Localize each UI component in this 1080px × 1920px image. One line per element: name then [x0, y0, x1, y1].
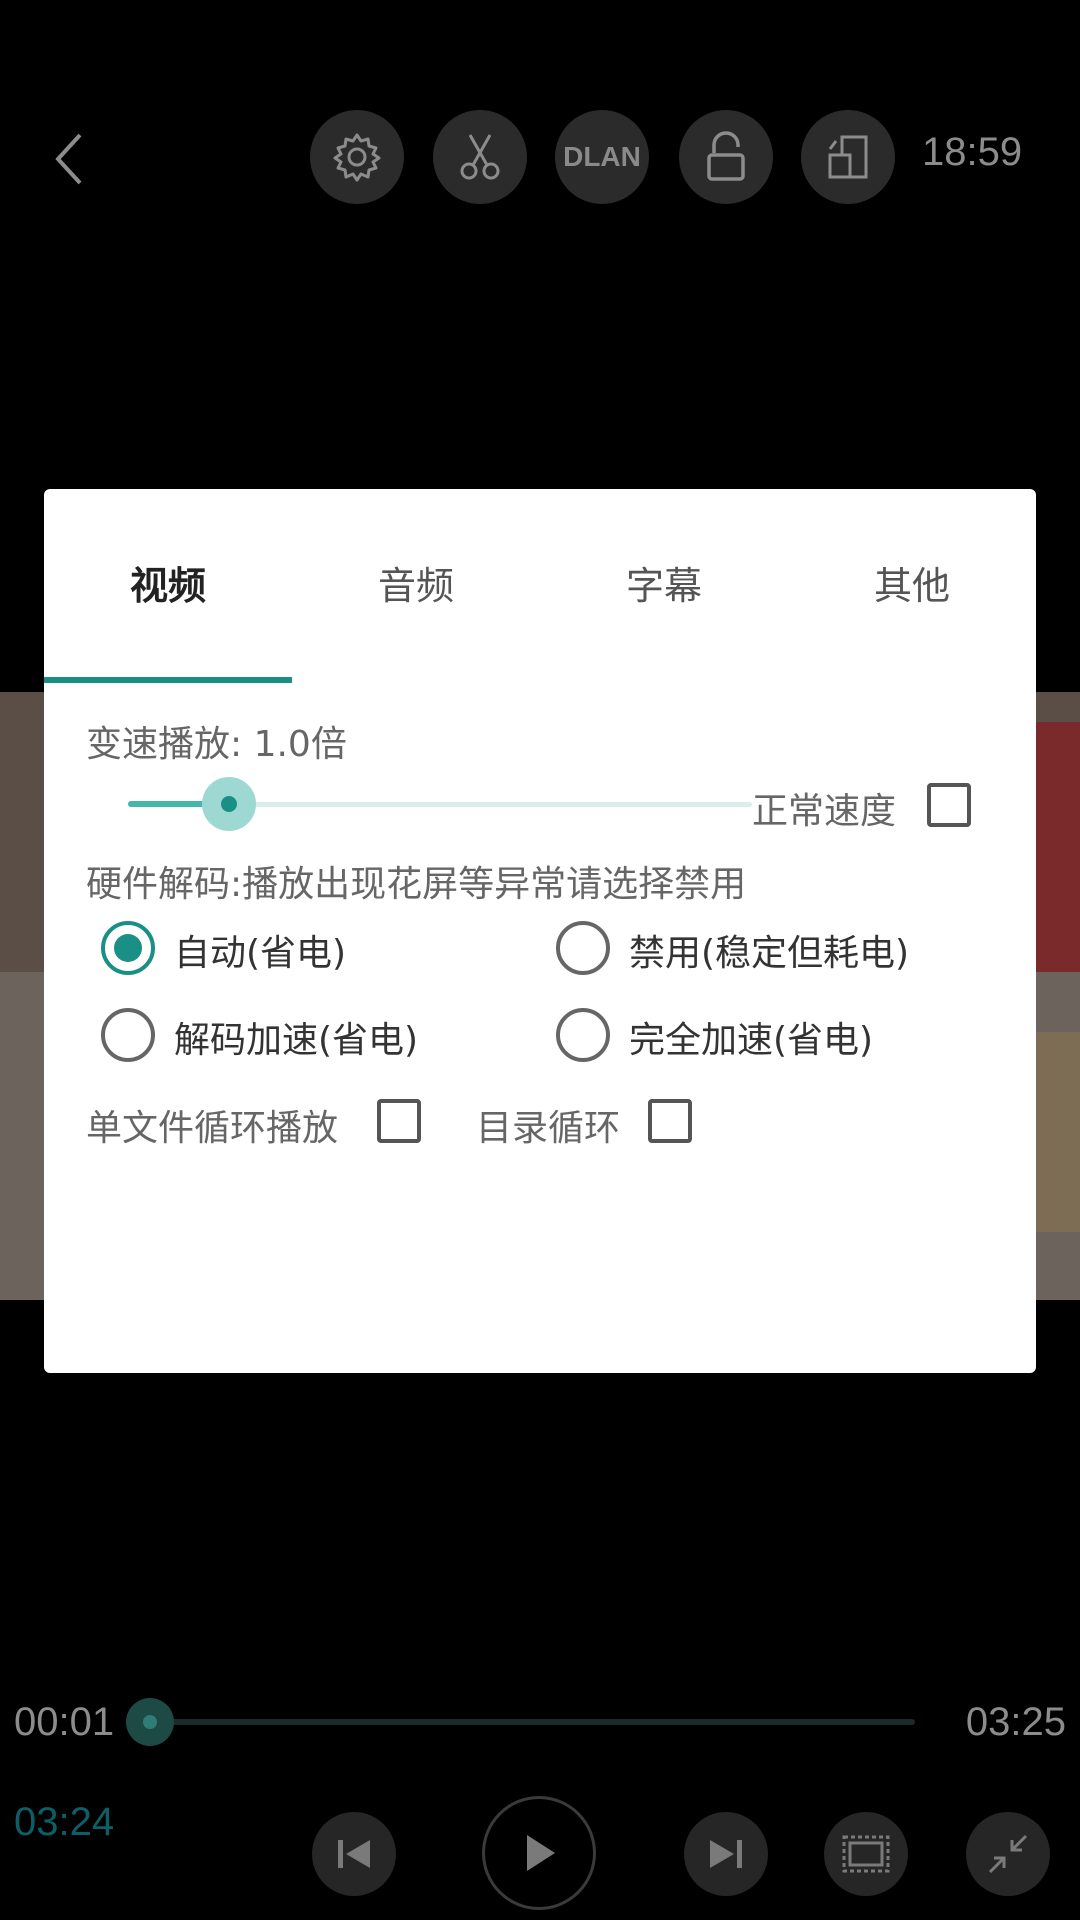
dlan-button[interactable]: DLAN	[555, 110, 649, 204]
tab-subtitles[interactable]: 字幕	[540, 549, 788, 623]
gear-icon	[333, 133, 381, 182]
exit-fullscreen-button[interactable]	[966, 1812, 1050, 1896]
aspect-ratio-icon	[842, 1835, 890, 1873]
single-loop-checkbox[interactable]	[377, 1099, 421, 1143]
cut-button[interactable]	[433, 110, 527, 204]
tab-indicator	[44, 677, 292, 683]
skip-next-icon	[710, 1840, 742, 1868]
unlock-icon	[707, 131, 745, 181]
tab-video[interactable]: 视频	[44, 549, 292, 623]
scissors-icon	[460, 134, 500, 180]
progress-thumb[interactable]	[126, 1698, 174, 1746]
radio-disabled-label: 禁用(稳定但耗电)	[629, 933, 910, 974]
radio-auto-label: 自动(省电)	[174, 933, 347, 974]
previous-button[interactable]	[312, 1812, 396, 1896]
play-icon	[527, 1835, 555, 1871]
radio-decode-accel-label: 解码加速(省电)	[174, 1020, 419, 1061]
progress-bar[interactable]	[150, 1719, 915, 1725]
radio-full-accel-label: 完全加速(省电)	[629, 1020, 874, 1061]
single-loop-label: 单文件循环播放	[86, 1108, 339, 1149]
rotate-button[interactable]	[801, 110, 895, 204]
remaining-time: 03:24	[14, 1800, 115, 1844]
tab-bar: 视频 音频 字幕 其他	[44, 549, 1036, 623]
screen-rotate-icon	[828, 135, 868, 179]
normal-speed-label: 正常速度	[752, 791, 897, 832]
collapse-icon	[988, 1834, 1028, 1874]
skip-previous-icon	[338, 1840, 370, 1868]
speed-slider[interactable]	[128, 769, 752, 839]
normal-speed-checkbox[interactable]	[927, 783, 971, 827]
play-button[interactable]	[482, 1796, 596, 1910]
dlan-label: DLAN	[563, 141, 641, 172]
clock: 18:59	[922, 130, 1023, 174]
settings-button[interactable]	[310, 110, 404, 204]
hw-decode-label: 硬件解码:播放出现花屏等异常请选择禁用	[86, 864, 747, 905]
total-duration: 03:25	[965, 1700, 1066, 1744]
speed-slider-thumb[interactable]	[202, 777, 256, 831]
tab-other[interactable]: 其他	[788, 549, 1036, 623]
tab-audio[interactable]: 音频	[292, 549, 540, 623]
directory-loop-checkbox[interactable]	[648, 1099, 692, 1143]
aspect-ratio-button[interactable]	[824, 1812, 908, 1896]
radio-decode-accel[interactable]	[101, 1008, 155, 1062]
speed-label: 变速播放: 1.0倍	[86, 724, 347, 765]
elapsed-time: 00:01	[14, 1700, 115, 1744]
back-button[interactable]	[44, 124, 94, 194]
settings-dialog: 视频 音频 字幕 其他 变速播放: 1.0倍 正常速度 硬件解码:播放出现花屏等…	[44, 489, 1036, 1373]
next-button[interactable]	[684, 1812, 768, 1896]
radio-auto[interactable]	[101, 921, 155, 975]
directory-loop-label: 目录循环	[476, 1108, 621, 1149]
lock-button[interactable]	[679, 110, 773, 204]
radio-disabled[interactable]	[556, 921, 610, 975]
video-door	[1030, 1032, 1080, 1232]
chevron-left-icon	[55, 133, 82, 185]
radio-full-accel[interactable]	[556, 1008, 610, 1062]
